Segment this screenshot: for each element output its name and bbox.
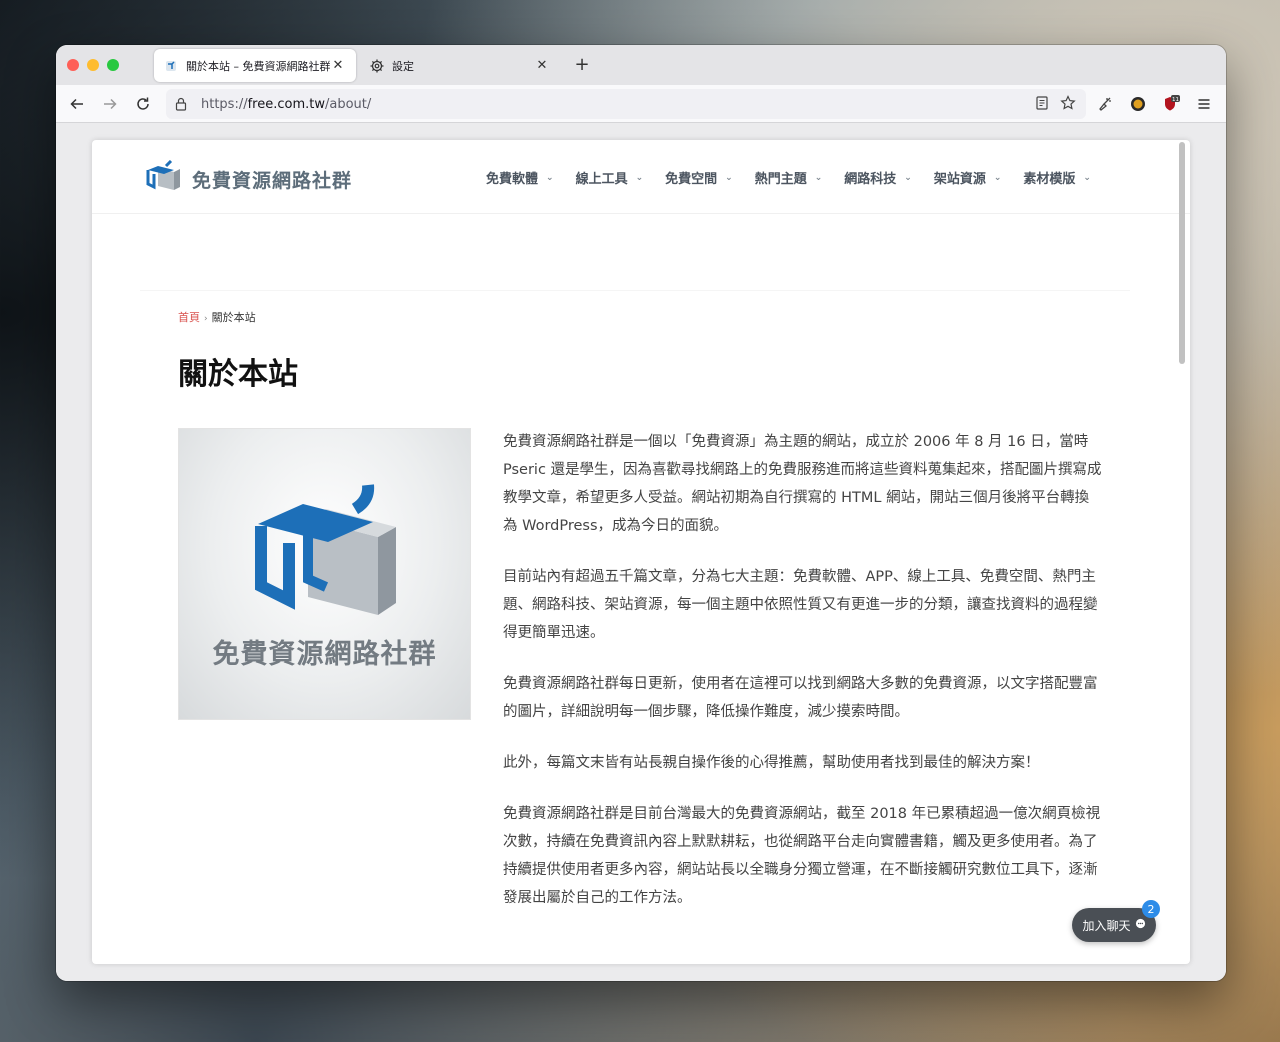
join-chat-button[interactable]: 加入聊天 2	[1072, 900, 1160, 942]
article-body: 免費資源網路社群是一個以「免費資源」為主題的網站，成立於 2006 年 8 月 …	[503, 428, 1103, 935]
url-path: /about/	[325, 96, 372, 112]
navigation-toolbar: https://free.com.tw/about/ 11	[56, 85, 1226, 123]
browser-window: 關於本站 – 免費資源網路社群 ✕ 設定 ✕ + https://free.co…	[56, 45, 1226, 981]
vertical-scrollbar[interactable]	[1179, 142, 1185, 364]
cube-logo-icon	[146, 159, 182, 198]
site-header: 免費資源網路社群 免費軟體 ⌄ 線上工具 ⌄ 免費空間 ⌄ 熱門主題 ⌄ 網路科技 ⌄ 架…	[92, 140, 1190, 214]
menu-label: 素材模版	[1023, 172, 1076, 187]
paragraph: 此外，每篇文末皆有站長親自操作後的心得推薦，幫助使用者找到最佳的解決方案！	[503, 755, 1040, 771]
menu-label: 線上工具	[575, 172, 628, 187]
chat-label: 加入聊天	[1082, 918, 1131, 933]
reload-icon[interactable]	[132, 93, 154, 115]
tab-bar: 關於本站 – 免費資源網路社群 ✕ 設定 ✕ +	[56, 45, 1226, 85]
web-page: 免費資源網路社群 免費軟體 ⌄ 線上工具 ⌄ 免費空間 ⌄ 熱門主題 ⌄ 網路科技 ⌄ 架…	[92, 140, 1190, 964]
tab-title: 設定	[392, 59, 414, 73]
menu-label: 免費軟體	[486, 172, 539, 187]
maximize-window-button[interactable]	[107, 59, 119, 71]
tab-settings[interactable]: 設定 ✕	[360, 49, 560, 82]
paragraph: 免費資源網路社群是目前台灣最大的免費資源網站，截至 2018 年已累積超過一億次…	[503, 806, 1101, 906]
paragraph: 免費資源網路社群每日更新，使用者在這裡可以找到網路大多數的免費資源，以文字搭配豐…	[503, 676, 1098, 720]
featured-image-caption: 免費資源網路社群	[212, 639, 437, 670]
tab-close-icon[interactable]: ✕	[534, 58, 550, 73]
chevron-down-icon: ⌄	[635, 172, 644, 183]
paragraph: 目前站內有超過五千篇文章，分為七大主題：免費軟體、APP、線上工具、免費空間、熱…	[503, 569, 1098, 641]
forward-arrow-icon[interactable]	[99, 93, 121, 115]
breadcrumb-home-link[interactable]: 首頁	[178, 311, 200, 324]
url-scheme: https://	[201, 96, 248, 112]
minimize-window-button[interactable]	[87, 59, 99, 71]
chat-notification-badge: 2	[1142, 900, 1160, 918]
main-menu: 免費軟體 ⌄ 線上工具 ⌄ 免費空間 ⌄ 熱門主題 ⌄ 網路科技 ⌄ 架站資源 ⌄ 素材模版…	[486, 168, 1113, 187]
featured-image: 免費資源網路社群	[178, 428, 471, 720]
menu-label: 熱門主題	[754, 172, 807, 187]
chevron-down-icon: ⌄	[814, 172, 823, 183]
breadcrumb-current: 關於本站	[211, 311, 256, 324]
menu-item-templates[interactable]: 素材模版 ⌄	[1023, 168, 1091, 187]
reader-view-icon[interactable]	[1034, 95, 1050, 115]
menu-item-online-tools[interactable]: 線上工具 ⌄	[576, 168, 644, 187]
url-host: free.com.tw	[247, 96, 325, 112]
menu-item-tech[interactable]: 網路科技 ⌄	[844, 168, 912, 187]
chat-bubble-icon	[1135, 918, 1146, 932]
paragraph: 免費資源網路社群是一個以「免費資源」為主題的網站，成立於 2006 年 8 月 …	[503, 434, 1102, 534]
web-viewport: 免費資源網路社群 免費軟體 ⌄ 線上工具 ⌄ 免費空間 ⌄ 熱門主題 ⌄ 網路科技 ⌄ 架…	[56, 124, 1226, 981]
gear-icon	[370, 59, 384, 73]
new-tab-plus-icon[interactable]: +	[572, 54, 592, 75]
menu-label: 架站資源	[933, 172, 986, 187]
shield-extension-icon[interactable]: 11	[1161, 94, 1181, 114]
tab-close-icon[interactable]: ✕	[330, 58, 346, 73]
site-logo[interactable]: 免費資源網路社群	[146, 159, 353, 198]
profile-avatar-icon[interactable]	[1128, 94, 1148, 114]
menu-label: 網路科技	[844, 172, 897, 187]
cube-logo-icon	[255, 484, 396, 615]
chevron-down-icon: ⌄	[904, 172, 912, 183]
menu-item-hot-topics[interactable]: 熱門主題 ⌄	[755, 168, 823, 187]
breadcrumb-separator: ›	[204, 314, 208, 324]
breadcrumb: 首頁 › 關於本站	[178, 309, 256, 325]
broom-extension-icon[interactable]	[1095, 94, 1115, 114]
extension-badge-count: 11	[1172, 97, 1179, 103]
close-window-button[interactable]	[67, 59, 79, 71]
lock-icon	[174, 97, 192, 111]
bookmark-star-icon[interactable]	[1060, 95, 1076, 115]
menu-label: 免費空間	[665, 172, 718, 187]
hamburger-menu-icon[interactable]	[1194, 94, 1214, 114]
menu-item-free-software[interactable]: 免費軟體 ⌄	[486, 168, 554, 187]
url-bar[interactable]: https://free.com.tw/about/	[166, 89, 1086, 119]
site-name: 免費資源網路社群	[192, 169, 353, 192]
chevron-down-icon: ⌄	[993, 172, 1002, 183]
chevron-down-icon: ⌄	[1083, 172, 1091, 183]
menu-item-free-space[interactable]: 免費空間 ⌄	[665, 168, 733, 187]
chevron-down-icon: ⌄	[546, 172, 554, 183]
back-arrow-icon[interactable]	[66, 93, 88, 115]
site-favicon-icon	[164, 59, 178, 73]
page-title: 關於本站	[178, 357, 298, 392]
tab-about[interactable]: 關於本站 – 免費資源網路社群 ✕	[154, 49, 356, 82]
article: 首頁 › 關於本站 關於本站 免費資源網路社群 免費資源網路社群是一個以「免費資…	[140, 290, 1130, 964]
tab-title: 關於本站 – 免費資源網路社群	[186, 59, 330, 73]
menu-item-site-resources[interactable]: 架站資源 ⌄	[934, 168, 1002, 187]
chevron-down-icon: ⌄	[725, 172, 733, 183]
